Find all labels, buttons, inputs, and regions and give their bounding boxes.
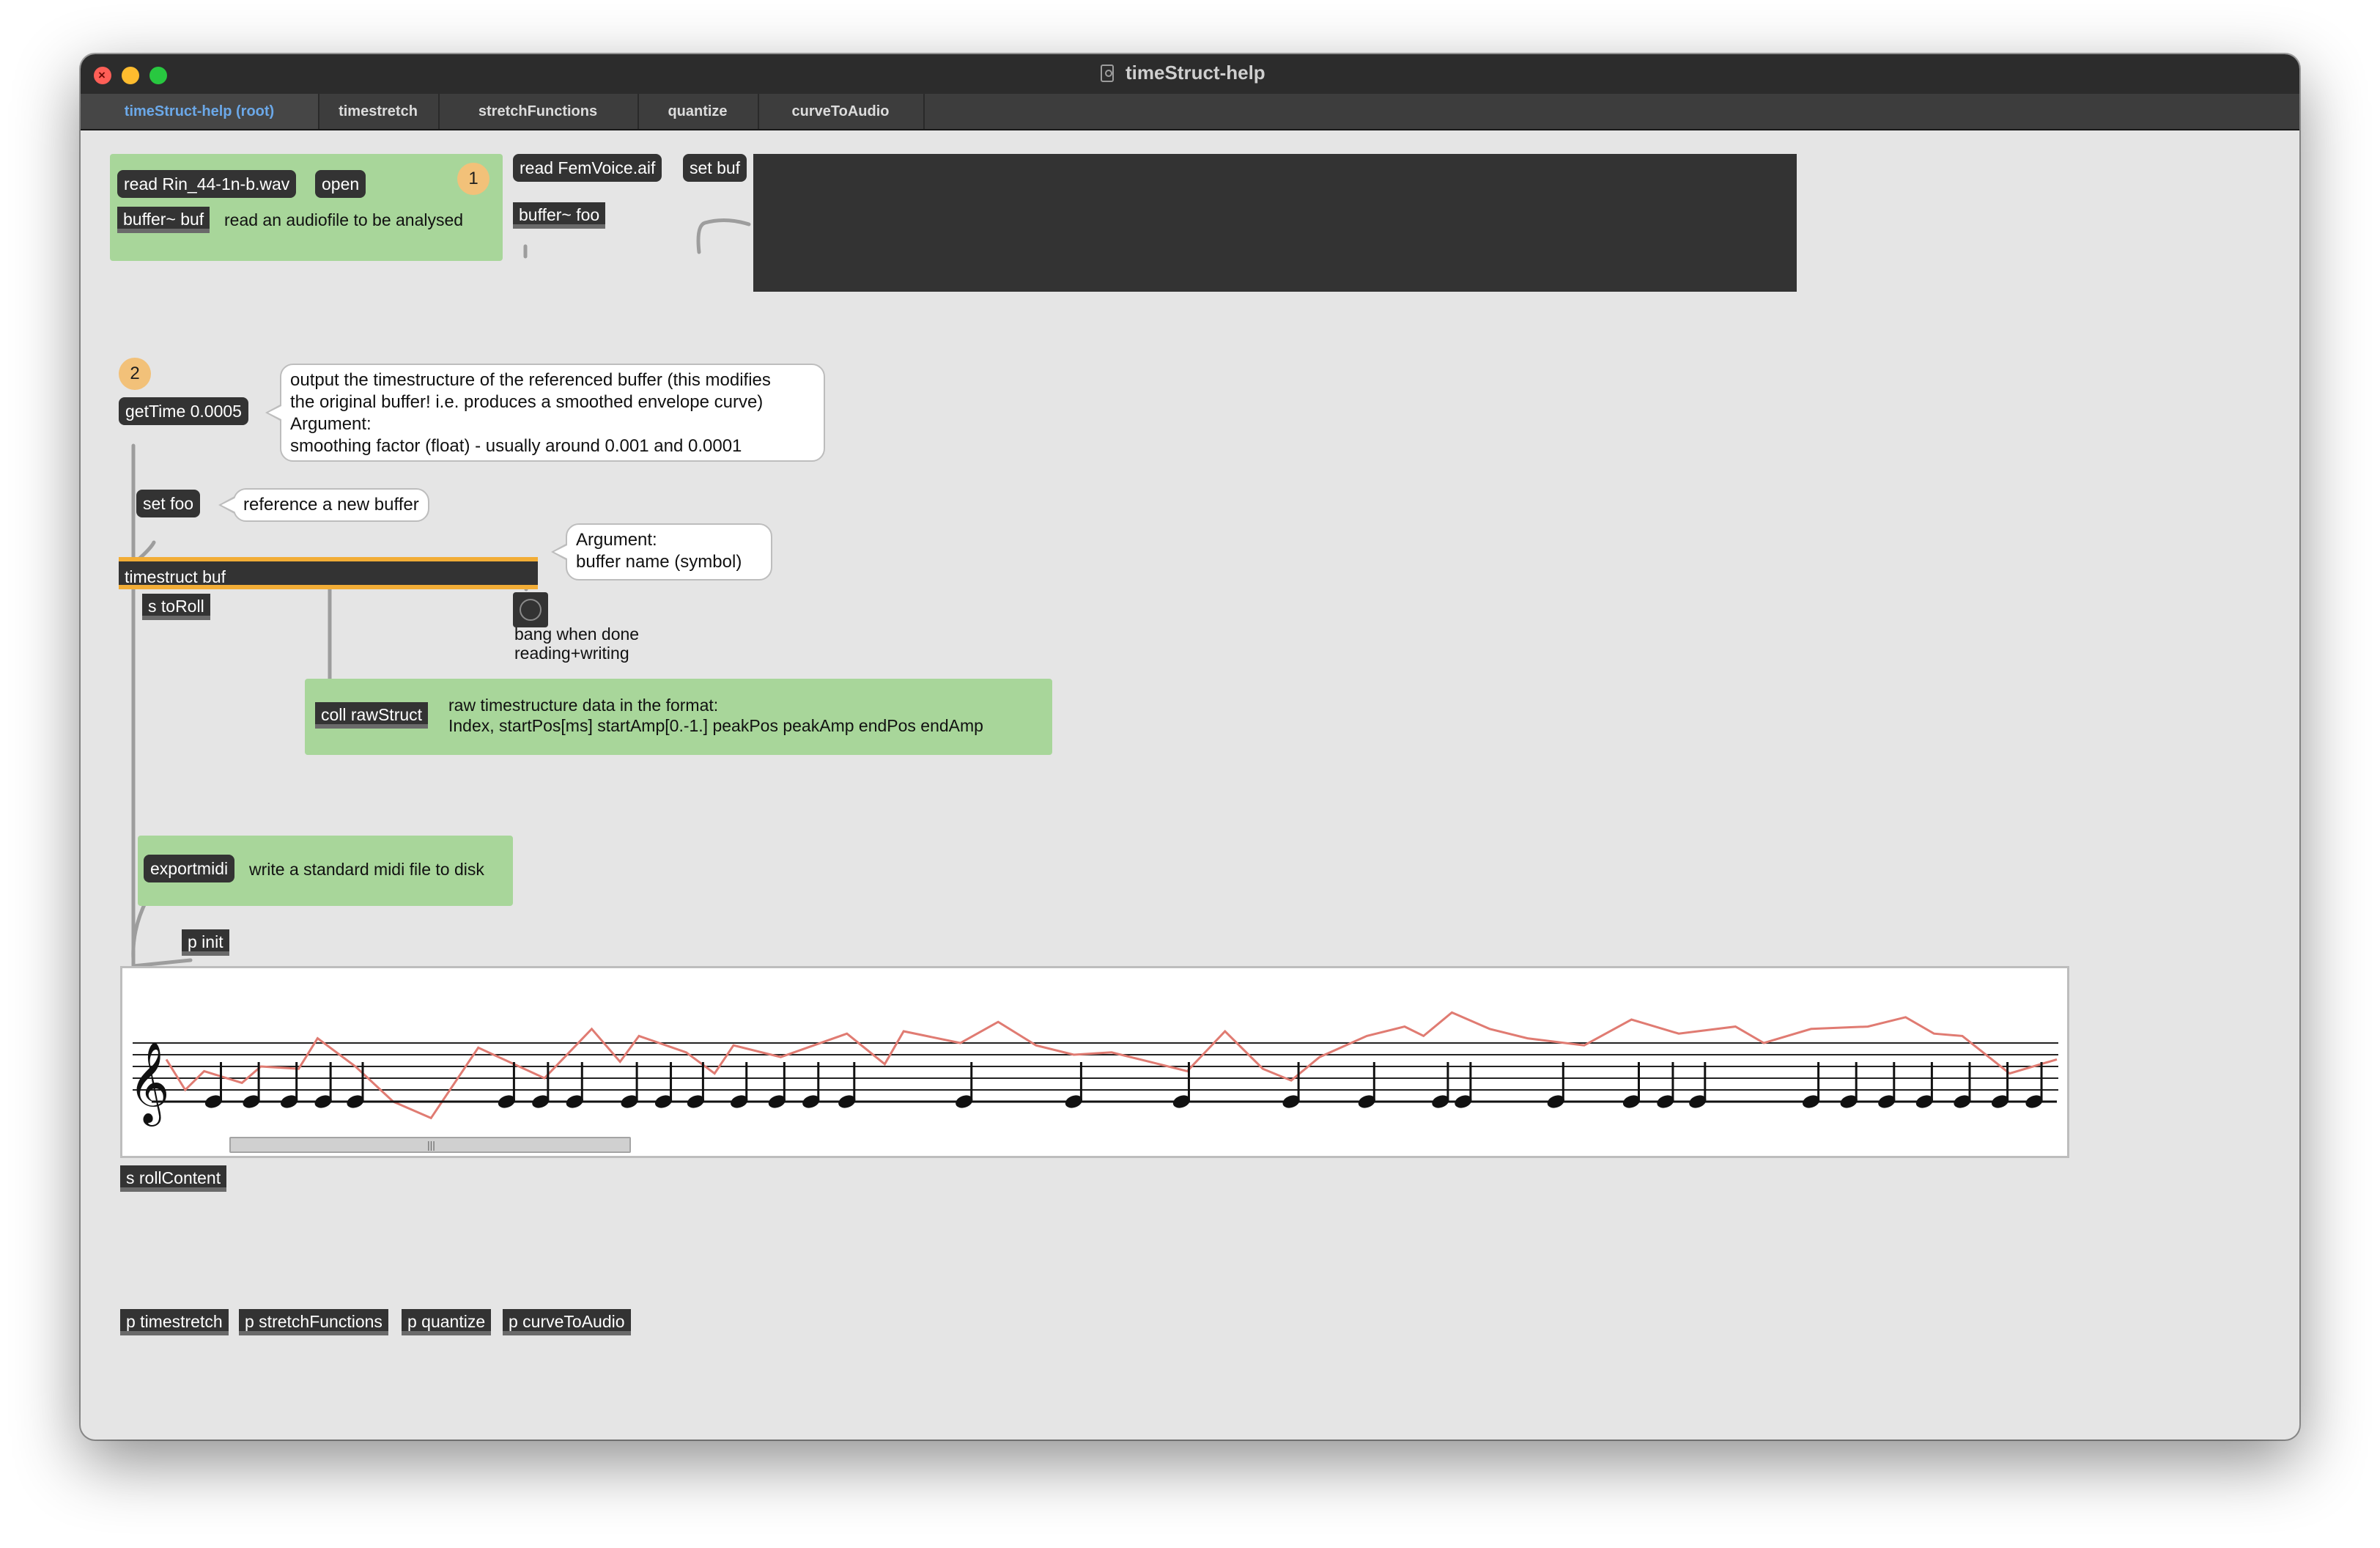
note [731,1062,748,1108]
piano-roll-display[interactable]: 𝄞 ||| [120,966,2069,1158]
note [1991,1062,2009,1108]
note [768,1062,786,1108]
patcher-window: × timeStruct-help timeStruct-help (root)… [81,54,2299,1440]
note [956,1062,973,1108]
patch-cord [696,218,751,254]
roll-notation: 𝄞 [128,1011,2058,1127]
send-toroll-object[interactable]: s toRoll [142,594,210,620]
patch-cord [131,898,149,961]
send-rollcontent-object[interactable]: s rollContent [120,1165,227,1192]
comment-line: raw timestructure data in the format: [448,696,719,715]
comment-line: reading+writing [514,644,629,663]
step-1-badge: 1 [457,163,489,195]
p-init-object[interactable]: p init [182,929,229,956]
tab-bar: timeStruct-help (root) timestretch stret… [81,94,2299,130]
zoom-window-button[interactable] [149,67,167,84]
note [687,1062,705,1108]
roll-scrollbar[interactable]: ||| [229,1137,631,1153]
note [243,1062,260,1108]
title-bar: × timeStruct-help [81,54,2299,94]
note [347,1062,364,1108]
note [1802,1062,1820,1108]
note [1065,1062,1083,1108]
set-foo-message[interactable]: set foo [136,490,201,517]
note [1432,1062,1449,1108]
comment-line: Argument: [290,414,372,434]
comment-line: bang when done [514,624,640,644]
step-2-badge: 2 [119,358,151,390]
exportmidi-comment: write a standard midi file to disk [249,860,484,879]
coll-comment: raw timestructure data in the format: In… [448,695,983,736]
p-quantize-button[interactable]: p quantize [402,1309,492,1335]
note [1840,1062,1858,1108]
waveform-display[interactable] [753,154,1797,292]
open-message[interactable]: open [315,170,366,198]
comment-line: output the timestructure of the referenc… [290,370,771,390]
scrollbar-grip: ||| [427,1139,435,1151]
set-foo-comment: reference a new buffer [218,488,429,522]
note [1455,1062,1472,1108]
tab-curvetoaudio[interactable]: curveToAudio [758,94,925,129]
tab-quantize[interactable]: quantize [638,94,759,129]
note [1657,1062,1674,1108]
read-audiofile-message[interactable]: read Rin_44-1n-b.wav [117,170,297,198]
gettime-comment: output the timestructure of the referenc… [265,364,825,462]
note [1358,1062,1375,1108]
comment-line: the original buffer! i.e. produces a smo… [290,392,764,412]
document-icon [1101,64,1114,82]
set-buf-message[interactable]: set buf [683,154,747,182]
p-timestretch-button[interactable]: p timestretch [120,1309,229,1335]
note [566,1062,583,1108]
coll-rawstruct-object[interactable]: coll rawStruct [315,702,429,729]
gettime-message[interactable]: getTime 0.0005 [119,397,248,425]
note [1689,1062,1707,1108]
patch-cords [130,204,751,968]
bang-button[interactable] [513,592,548,627]
tab-stretchfunctions[interactable]: stretchFunctions [438,94,639,129]
read-femvoice-message[interactable]: read FemVoice.aif [513,154,662,182]
p-curvetoaudio-button[interactable]: p curveToAudio [503,1309,631,1335]
tab-timestretch[interactable]: timestretch [318,94,440,129]
note [1547,1062,1564,1108]
patch-cord [131,958,193,968]
timestruct-object[interactable]: timestruct buf [119,557,538,589]
comment-line: smoothing factor (float) - usually aroun… [290,436,742,456]
note [838,1062,856,1108]
minimize-window-button[interactable] [122,67,139,84]
tab-root[interactable]: timeStruct-help (root) [81,94,319,129]
argument-comment: Argument: buffer name (symbol) [551,523,772,580]
comment-line: Argument: [576,530,657,550]
note [1282,1062,1300,1108]
note [1622,1062,1641,1108]
note [1915,1062,1934,1108]
note [498,1062,516,1108]
close-window-button[interactable]: × [94,67,111,84]
patcher-canvas: read Rin_44-1n-b.wav open 1 buffer~ buf … [81,130,2299,1440]
window-title: timeStruct-help [1126,62,1265,84]
treble-clef-icon: 𝄞 [128,1041,170,1127]
note [1878,1062,1896,1108]
note [802,1062,820,1108]
comment-line: buffer name (symbol) [576,552,742,572]
p-stretchfunctions-button[interactable]: p stretchFunctions [239,1309,388,1335]
close-icon: × [98,68,106,82]
note [621,1062,638,1108]
note [1954,1062,1971,1108]
buffer-buf-object[interactable]: buffer~ buf [117,207,210,233]
read-audiofile-comment: read an audiofile to be analysed [224,210,464,229]
note [314,1062,332,1108]
note [532,1062,550,1108]
bang-comment: bang when done reading+writing [514,624,639,663]
note [204,1062,223,1108]
comment-line: Index, startPos[ms] startAmp[0.-1.] peak… [448,716,983,735]
exportmidi-message[interactable]: exportmidi [144,855,235,882]
buffer-foo-object[interactable]: buffer~ foo [513,202,606,229]
note [654,1062,673,1108]
